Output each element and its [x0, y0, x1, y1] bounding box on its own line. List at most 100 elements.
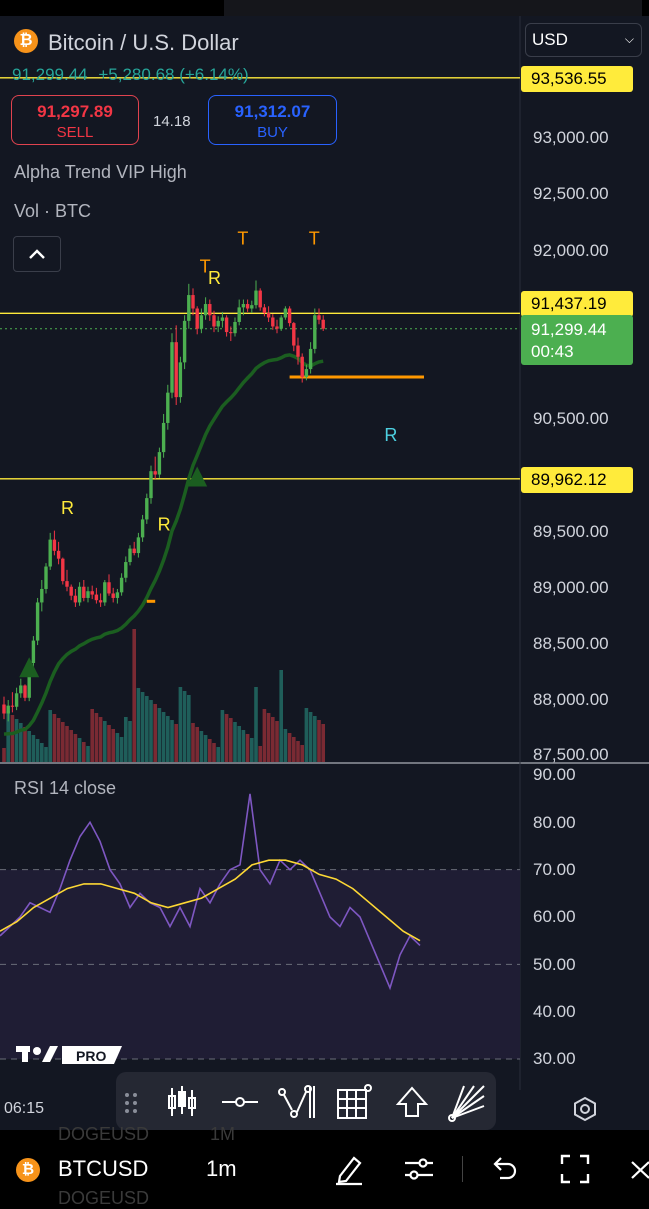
currency-value: USD: [532, 30, 568, 49]
volume-bar: [145, 696, 149, 762]
candle-body: [208, 304, 212, 316]
volume-bar: [271, 717, 275, 762]
candle-body: [296, 345, 300, 357]
rsi-axis-label: 50.00: [533, 955, 576, 974]
fib-fan-tool-icon[interactable]: [448, 1082, 488, 1122]
undo-icon[interactable]: [486, 1152, 520, 1186]
candle-body: [14, 693, 19, 707]
candle-body: [304, 369, 309, 377]
volume-bar: [98, 717, 103, 762]
trend-line-tool-icon[interactable]: [276, 1082, 316, 1122]
candle-body: [245, 304, 250, 309]
volume-bar: [224, 714, 229, 762]
ghost-symbol: DOGEUSD: [58, 1124, 150, 1144]
candle-body: [224, 317, 229, 333]
volume-bar: [136, 688, 141, 762]
candle-body: [308, 348, 313, 370]
ghost-interval: 1M: [210, 1124, 236, 1144]
arrow-up-tool-icon[interactable]: [392, 1082, 432, 1122]
level-tag-top[interactable]: 93,536.55: [521, 66, 633, 92]
price-axis-label: 92,000.00: [533, 241, 609, 260]
candle-body: [283, 308, 288, 318]
time-axis-label: 06:15: [4, 1100, 45, 1117]
drawing-tools-icon[interactable]: [332, 1152, 366, 1186]
volume-bar: [321, 724, 325, 762]
volume-bar: [254, 687, 258, 762]
chart-settings-icon[interactable]: [572, 1096, 598, 1122]
candle-body: [132, 548, 136, 554]
candle-body: [292, 323, 296, 346]
pro-badge: PRO: [76, 1048, 106, 1064]
bitcoin-logo-icon: ₿: [16, 1158, 40, 1182]
volume-bar: [216, 747, 220, 762]
currency-select[interactable]: USD ⌵: [525, 23, 642, 57]
indicators-settings-icon[interactable]: [402, 1152, 436, 1186]
candle-body: [287, 308, 292, 324]
candle-body: [82, 586, 86, 598]
volume-bar: [296, 741, 300, 762]
candle-body: [313, 315, 317, 349]
volume-bar: [233, 722, 237, 762]
candle-body: [220, 317, 225, 321]
price-axis-label: 87,500.00: [533, 745, 609, 764]
symbol-search-button[interactable]: BTCUSD: [58, 1156, 148, 1182]
volume-bar: [287, 733, 292, 762]
candle-body: [94, 594, 99, 601]
horizontal-line-tool-icon[interactable]: [220, 1082, 260, 1122]
volume-bar: [103, 721, 107, 762]
volume-bar: [48, 710, 52, 762]
volume-bar: [262, 709, 267, 762]
volume-bar: [220, 710, 225, 762]
candle-body: [170, 342, 174, 393]
candle-body: [174, 342, 178, 398]
interval-button[interactable]: 1m: [206, 1156, 237, 1182]
volume-bar: [266, 713, 271, 762]
indicator-volume[interactable]: Vol · BTC: [14, 201, 91, 222]
chart-type-candles-icon[interactable]: [162, 1082, 202, 1122]
candle-body: [52, 539, 57, 551]
collapse-indicators-button[interactable]: [13, 236, 61, 272]
volume-bar: [69, 730, 73, 762]
buy-button[interactable]: 91,312.07 BUY: [208, 95, 337, 145]
sell-button[interactable]: 91,297.89 SELL: [11, 95, 139, 145]
candle-body: [161, 422, 166, 453]
volume-bar: [61, 722, 65, 762]
price-axis-label: 93,000.00: [533, 128, 609, 147]
volume-bar: [157, 708, 162, 762]
candle-body: [212, 315, 216, 327]
volume-bar: [304, 708, 309, 762]
status-bar-strip: [224, 0, 642, 16]
volume-bar: [119, 737, 124, 762]
level-tag-low[interactable]: 89,962.12: [521, 467, 633, 493]
volume-bar: [241, 730, 246, 762]
candle-body: [65, 581, 69, 587]
indicator-rsi[interactable]: RSI 14 close: [14, 778, 116, 799]
volume-bar: [283, 729, 288, 762]
level-tag-mid[interactable]: 91,437.19: [521, 291, 633, 317]
candle-body: [10, 705, 15, 707]
volume-bar: [317, 720, 321, 762]
volume-bar: [170, 720, 174, 762]
candle-body: [136, 537, 141, 554]
volume-bar: [174, 724, 178, 762]
volume-bar: [73, 734, 78, 762]
toolbar-drag-handle-icon[interactable]: [120, 1082, 142, 1122]
candle-body: [178, 362, 183, 398]
candle-body: [166, 392, 170, 423]
toolbar-divider: [462, 1156, 463, 1182]
more-options-icon[interactable]: [622, 1152, 649, 1186]
volume-bar: [10, 715, 15, 762]
volume-bar: [191, 723, 195, 762]
symbol-title[interactable]: Bitcoin / U.S. Dollar: [48, 30, 239, 56]
volume-bar: [199, 731, 204, 762]
volume-bar: [208, 739, 212, 762]
fullscreen-icon[interactable]: [558, 1152, 592, 1186]
candle-body: [241, 304, 246, 308]
grid-tool-icon[interactable]: [334, 1082, 374, 1122]
price-change: +5,280.68 (+6.14%): [98, 65, 249, 84]
candle-body: [271, 317, 275, 327]
volume-bar: [229, 718, 233, 762]
bottom-toolbar: DOGEUSD 1M DOGEUSD ₿ BTCUSD 1m: [0, 1124, 649, 1208]
current-price: 91,299.44: [531, 320, 607, 339]
indicator-alpha-trend[interactable]: Alpha Trend VIP High: [14, 162, 187, 183]
